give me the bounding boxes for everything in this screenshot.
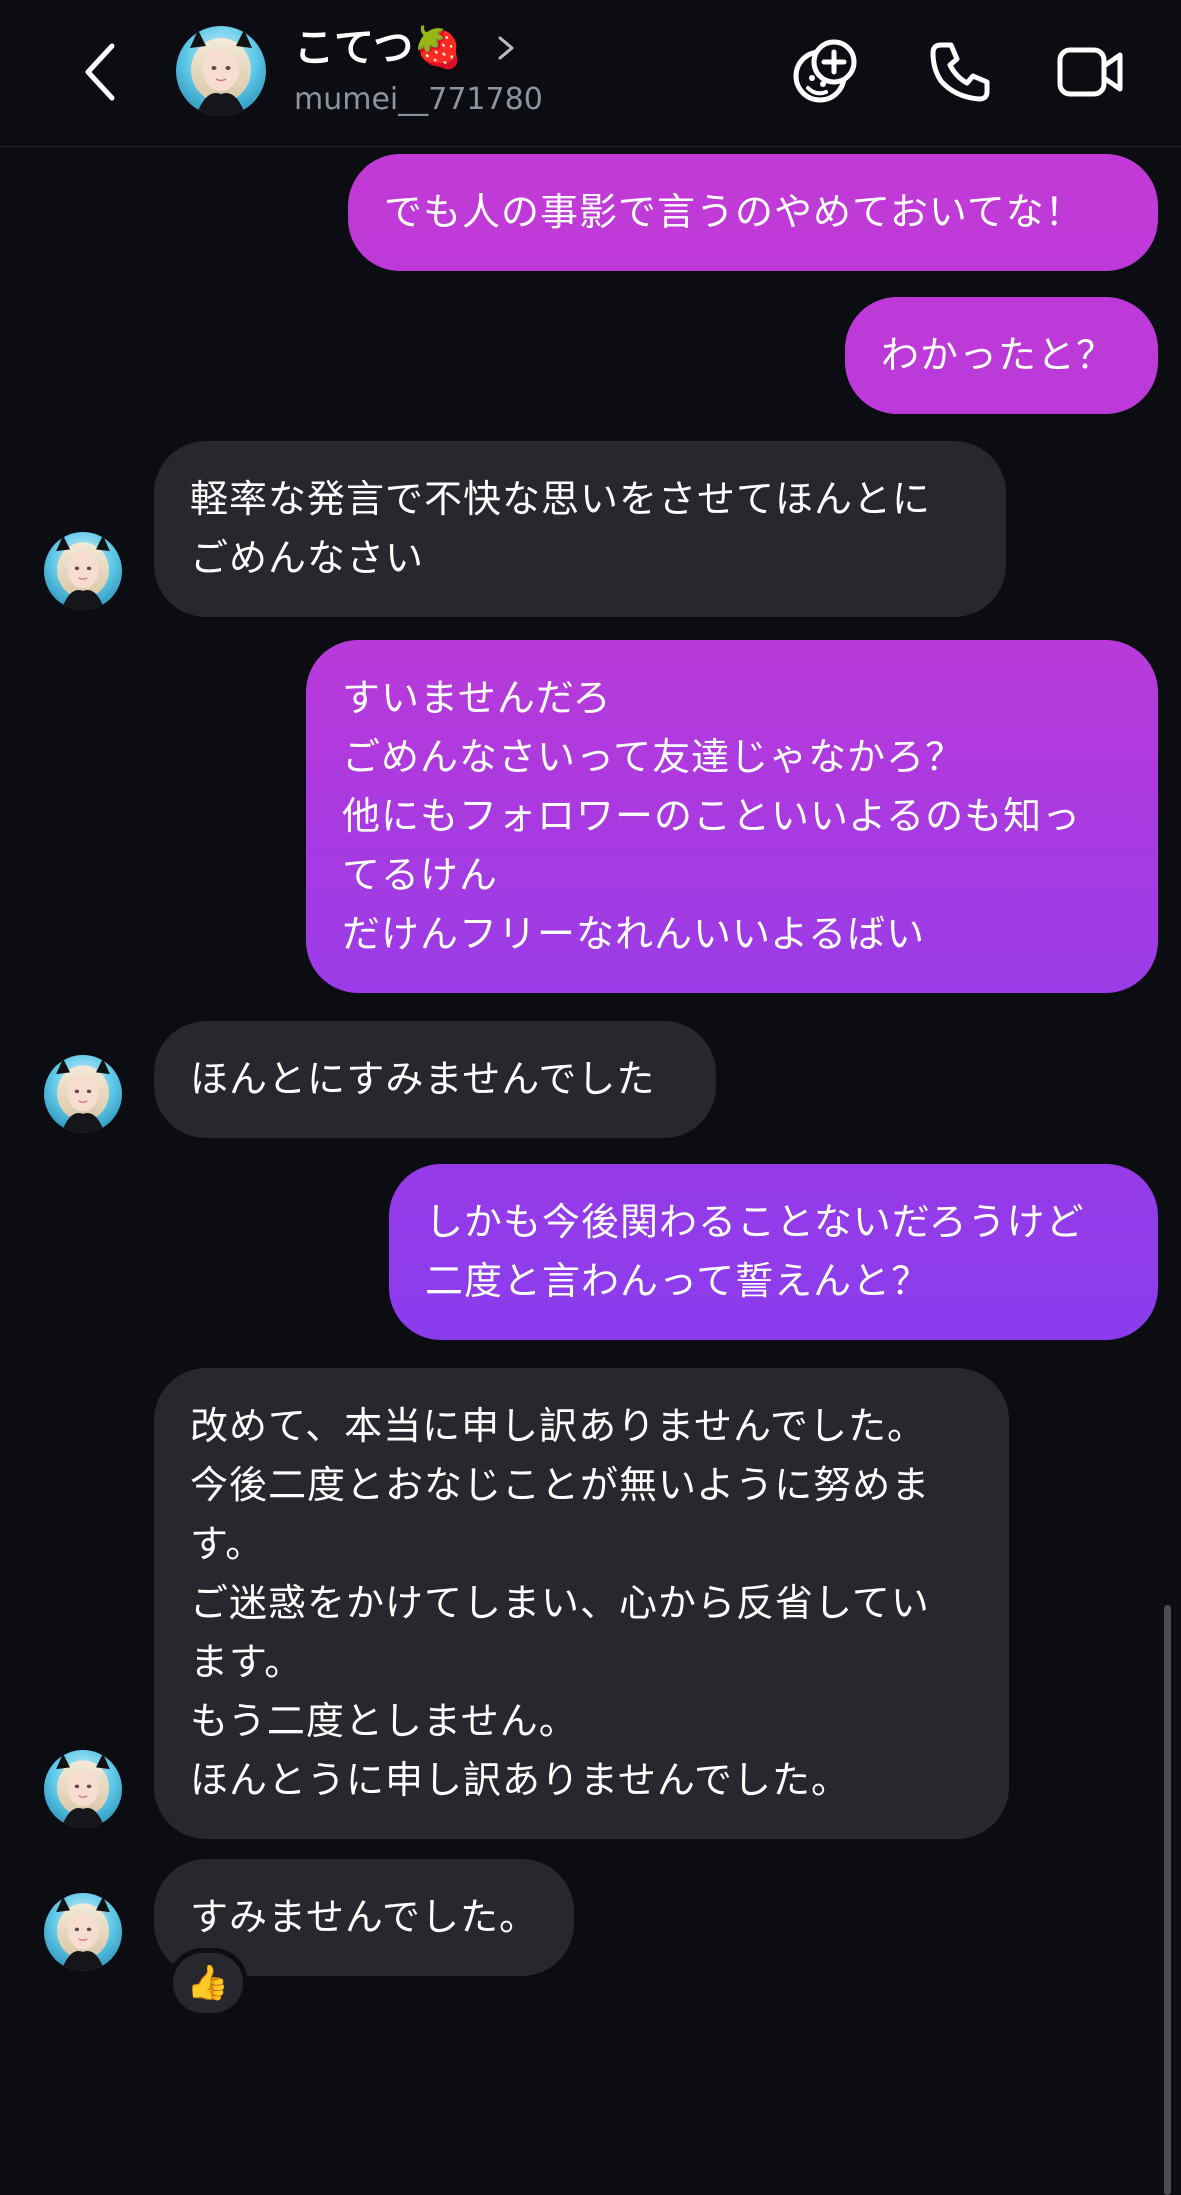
- contact-handle: mumei__771780: [294, 82, 543, 117]
- sender-avatar[interactable]: [44, 1055, 122, 1133]
- sent-message-bubble[interactable]: すいませんだろ ごめんなさいって友達じゃなかろ？ 他にもフォロワーのこといいよる…: [306, 640, 1158, 993]
- received-message-bubble[interactable]: 改めて、本当に申し訳ありませんでした。 今後二度とおなじことが無いように努めま …: [154, 1368, 1009, 1839]
- sent-message-bubble[interactable]: しかも今後関わることないだろうけど 二度と言わんって誓えんと？: [389, 1164, 1158, 1340]
- back-button[interactable]: [68, 36, 132, 108]
- sent-message-bubble[interactable]: でも人の事影で言うのやめておいてな！: [348, 154, 1158, 271]
- sender-avatar[interactable]: [44, 532, 122, 610]
- contact-avatar[interactable]: [176, 26, 266, 116]
- received-message-bubble[interactable]: ほんとにすみませんでした: [154, 1021, 716, 1138]
- message-thread[interactable]: でも人の事影で言うのやめておいてな！ わかったと？ 軽率な発言で不快な思いをさせてほ…: [0, 147, 1181, 2195]
- sender-avatar[interactable]: [44, 1750, 122, 1828]
- chevron-right-icon[interactable]: [494, 32, 518, 64]
- video-camera-icon: [1057, 47, 1123, 97]
- call-button[interactable]: [922, 34, 998, 110]
- thumbs-up-reaction[interactable]: 👍: [168, 1948, 248, 2018]
- chevron-left-icon: [85, 43, 115, 101]
- contact-name[interactable]: こてつ🍓: [294, 22, 463, 74]
- face-sparkle-icon: [793, 39, 857, 103]
- sender-avatar[interactable]: [44, 1893, 122, 1971]
- chat-header: こてつ🍓 mumei__771780: [0, 0, 1181, 147]
- video-call-button[interactable]: [1053, 34, 1129, 110]
- scrollbar[interactable]: [1164, 1605, 1171, 2195]
- effects-button[interactable]: [788, 34, 864, 110]
- sent-message-bubble[interactable]: わかったと？: [845, 297, 1158, 414]
- phone-icon: [930, 42, 990, 102]
- received-message-bubble[interactable]: 軽率な発言で不快な思いをさせてほんとに ごめんなさい: [154, 441, 1006, 617]
